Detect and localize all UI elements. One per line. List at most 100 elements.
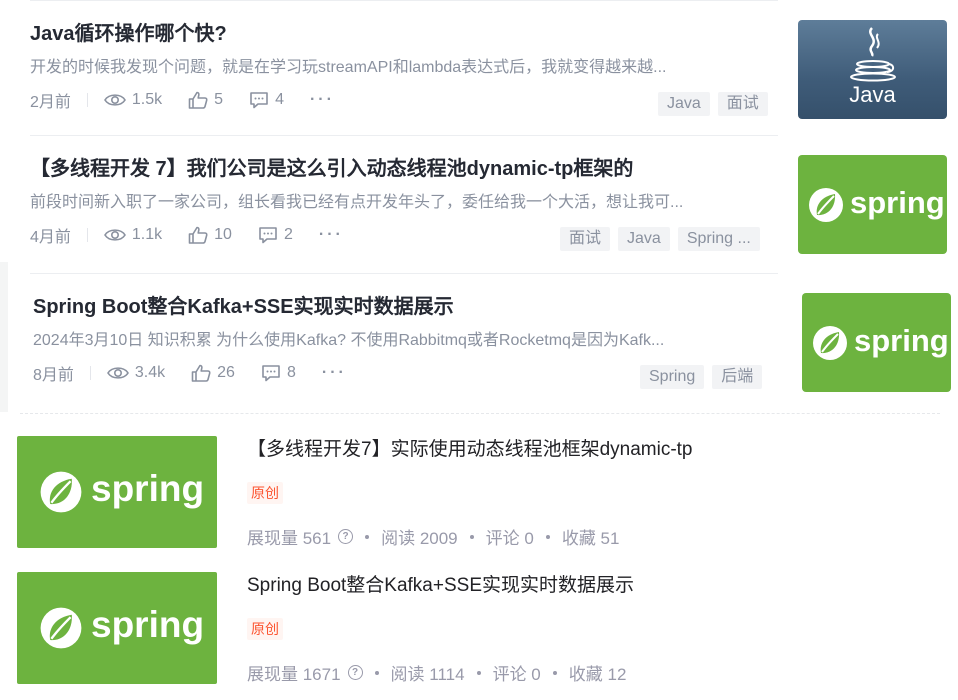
views-stat: 3.4k [106,364,166,382]
thumb-label: spring [91,468,205,509]
separator-dot [365,534,370,539]
eye-icon [106,367,129,379]
feed-entry[interactable]: Spring Boot整合Kafka+SSE实现实时数据展示 2024年3月10… [33,293,951,423]
views-count: 3.4k [134,364,166,381]
tag-list: Spring 后端 [640,365,763,389]
entry-thumbnail[interactable]: spring [802,293,951,392]
tag[interactable]: 后端 [712,365,763,389]
divider [30,135,778,136]
entry-title[interactable]: 【多线程开发 7】我们公司是这么引入动态线程池dynamic-tp框架的 [30,155,633,183]
favorites-stat: 收藏 51 [561,529,620,548]
article-title[interactable]: Spring Boot整合Kafka+SSE实现实时数据展示 [247,572,634,600]
more-icon[interactable]: ··· [319,226,344,244]
favorites-stat: 收藏 12 [568,665,627,684]
original-badge: 原创 [247,618,283,640]
comments-stat: 评论 0 [485,529,534,548]
more-icon[interactable]: ··· [310,91,335,109]
tag[interactable]: 面试 [560,227,611,251]
tag-list: 面试 Java Spring ... [560,227,760,251]
entry-time: 8月前 [33,367,74,384]
thumb-label: spring [854,323,949,358]
entry-meta: 4月前 1.1k 10 2 ··· [30,223,344,247]
question-icon[interactable]: ? [347,665,363,680]
thumb-label: spring [91,604,205,645]
entry-title[interactable]: Java循环操作哪个快? [30,20,227,48]
section-divider [20,413,940,414]
thumbs-up-icon [188,91,208,109]
eye-icon [103,229,126,241]
article-title[interactable]: 【多线程开发7】实际使用动态线程池框架dynamic-tp [247,436,693,464]
separator-dot [545,534,550,539]
like-button[interactable]: 26 [191,364,235,382]
tag[interactable]: 面试 [717,92,768,116]
eye-icon [103,94,126,106]
feed-entry[interactable]: 【多线程开发 7】我们公司是这么引入动态线程池dynamic-tp框架的 前段时… [30,155,948,285]
article-card[interactable]: spring Spring Boot整合Kafka+SSE实现实时数据展示 原创… [17,572,937,686]
entry-time: 2月前 [30,94,71,111]
separator-dot [552,670,557,675]
comments-count: 8 [286,364,296,381]
article-stats: 展现量 1671 ? 阅读 1114 评论 0 收藏 12 [247,660,626,685]
more-icon[interactable]: ··· [322,364,347,382]
entry-meta: 2月前 1.5k 5 4 ··· [30,88,335,112]
page: Java循环操作哪个快? 开发的时候我发现个问题，就是在学习玩streamAPI… [0,0,958,700]
views-stat: 1.5k [103,91,163,109]
entry-time: 4月前 [30,229,71,246]
article-card[interactable]: spring 【多线程开发7】实际使用动态线程池框架dynamic-tp 原创 … [17,436,937,550]
entry-abstract: 2024年3月10日 知识积累 为什么使用Kafka? 不使用Rabbitmq或… [33,332,665,349]
tag[interactable]: Spring [640,365,705,389]
impressions-stat: 展现量 1671 [247,665,341,684]
question-icon[interactable]: ? [338,529,354,544]
comment-icon [262,365,280,382]
tag[interactable]: Spring ... [677,227,760,251]
like-button[interactable]: 5 [188,91,223,109]
divider [30,0,778,1]
comment-button[interactable]: 4 [249,91,284,109]
tag-list: Java 面试 [658,92,768,116]
entry-thumbnail[interactable]: spring [798,155,947,254]
divider [89,366,91,380]
likes-count: 10 [214,226,232,243]
separator-dot [469,534,474,539]
views-count: 1.1k [131,226,163,243]
entry-meta: 8月前 3.4k 26 8 ··· [33,361,347,385]
comment-icon [259,227,277,244]
entry-abstract: 开发的时候我发现个问题，就是在学习玩streamAPI和lambda表达式后，我… [30,59,667,76]
comments-count: 2 [283,226,293,243]
likes-count: 26 [217,364,235,381]
separator-dot [374,670,379,675]
tag[interactable]: Java [618,227,670,251]
comments-count: 4 [275,91,284,108]
reads-stat: 阅读 2009 [381,529,458,548]
comment-button[interactable]: 2 [258,226,293,244]
spring-leaf-icon [813,326,847,360]
thumb-label: spring [850,185,945,220]
divider [86,228,88,242]
article-feed: Java循环操作哪个快? 开发的时候我发现个问题，就是在学习玩streamAPI… [0,0,958,412]
article-thumbnail[interactable]: spring [17,436,217,548]
divider [30,273,778,274]
thumb-label: Java [849,82,896,107]
entry-abstract: 前段时间新入职了一家公司，组长看我已经有点开发年头了，委任给我一个大活，想让我可… [30,194,684,211]
views-count: 1.5k [131,91,163,108]
comment-icon [250,92,268,109]
entry-thumbnail[interactable]: Java [798,20,947,119]
article-thumbnail[interactable]: spring [17,572,217,684]
views-stat: 1.1k [103,226,163,244]
reads-stat: 阅读 1114 [390,665,465,684]
tag[interactable]: Java [658,92,710,116]
comment-button[interactable]: 8 [261,364,296,382]
divider [86,93,88,107]
original-badge: 原创 [247,482,283,504]
likes-count: 5 [214,91,224,108]
like-button[interactable]: 10 [188,226,232,244]
entry-title[interactable]: Spring Boot整合Kafka+SSE实现实时数据展示 [33,293,454,321]
separator-dot [476,670,481,675]
spring-leaf-icon [40,471,82,513]
spring-leaf-icon [40,607,82,649]
feed-left-edge [0,262,8,412]
thumbs-up-icon [191,364,211,382]
thumbs-up-icon [188,226,208,244]
spring-leaf-icon [809,188,843,222]
feed-entry[interactable]: Java循环操作哪个快? 开发的时候我发现个问题，就是在学习玩streamAPI… [30,20,948,150]
